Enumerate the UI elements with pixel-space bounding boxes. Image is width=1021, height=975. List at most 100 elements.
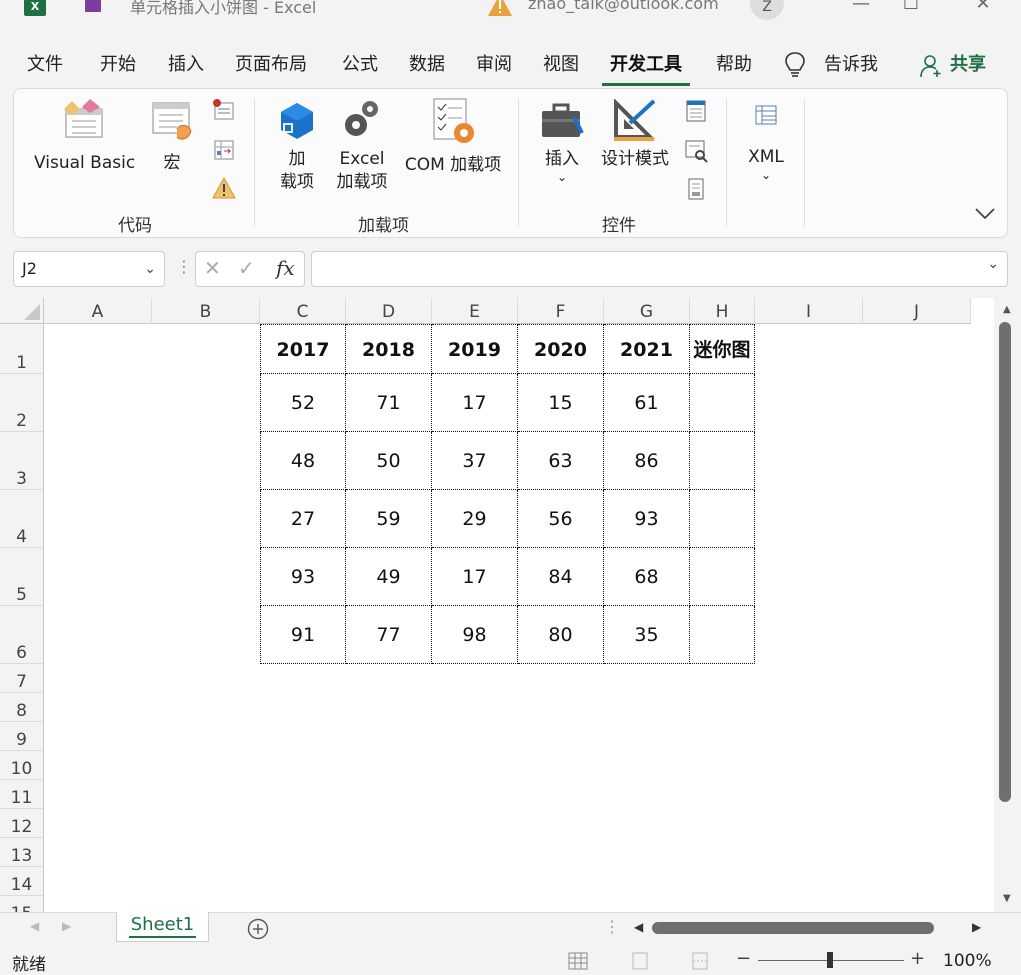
select-all-corner[interactable] [0, 298, 44, 324]
collapse-ribbon-chevron-icon[interactable] [974, 207, 996, 221]
view-code-icon[interactable] [684, 139, 708, 163]
cell-d4[interactable]: 59 [346, 490, 432, 548]
row-header-15[interactable]: 15 [0, 896, 44, 912]
tab-split-handle[interactable]: ⋮ [604, 917, 620, 936]
cell-h5[interactable] [690, 548, 755, 606]
tab-help[interactable]: 帮助 [716, 50, 752, 76]
row-header-12[interactable]: 12 [0, 809, 44, 838]
cell-c2[interactable]: 52 [260, 374, 346, 432]
row-header-8[interactable]: 8 [0, 693, 44, 722]
column-header-g[interactable]: G [604, 298, 690, 324]
xml-button[interactable]: XML ⌄ [736, 103, 796, 181]
row-header-4[interactable]: 4 [0, 490, 44, 548]
tab-page-layout[interactable]: 页面布局 [235, 50, 307, 76]
tab-review[interactable]: 审阅 [476, 50, 512, 76]
scroll-left-arrow-icon[interactable]: ◀ [634, 920, 643, 934]
cell-e2[interactable]: 17 [432, 374, 518, 432]
page-layout-view-icon[interactable] [630, 952, 650, 970]
insert-control-button[interactable]: 插入 ⌄ [536, 99, 588, 183]
addins-button[interactable]: 加 载项 [272, 101, 322, 194]
cell-e3[interactable]: 37 [432, 432, 518, 490]
row-header-3[interactable]: 3 [0, 432, 44, 490]
row-header-7[interactable]: 7 [0, 664, 44, 693]
cell-h6[interactable] [690, 606, 755, 664]
column-header-j[interactable]: J [863, 298, 971, 324]
scroll-down-arrow-icon[interactable]: ▼ [1003, 893, 1011, 904]
row-header-14[interactable]: 14 [0, 867, 44, 896]
cell-h2[interactable] [690, 374, 755, 432]
add-sheet-plus-icon[interactable] [247, 918, 269, 940]
page-break-view-icon[interactable] [690, 952, 710, 970]
cell-d3[interactable]: 50 [346, 432, 432, 490]
row-header-11[interactable]: 11 [0, 780, 44, 809]
cell-c3[interactable]: 48 [260, 432, 346, 490]
tab-home[interactable]: 开始 [100, 50, 136, 76]
horizontal-scroll-thumb[interactable] [652, 922, 934, 934]
visual-basic-button[interactable]: Visual Basic [34, 99, 135, 175]
cell-g4[interactable]: 93 [604, 490, 690, 548]
tab-formulas[interactable]: 公式 [342, 50, 378, 76]
column-header-i[interactable]: I [755, 298, 863, 324]
column-header-d[interactable]: D [346, 298, 432, 324]
cell-d5[interactable]: 49 [346, 548, 432, 606]
name-box[interactable]: J2 ⌄ [13, 251, 165, 287]
tab-developer[interactable]: 开发工具 [602, 50, 690, 86]
account-email[interactable]: zhao_talk@outlook.com [528, 0, 719, 13]
row-header-2[interactable]: 2 [0, 374, 44, 432]
row-header-5[interactable]: 5 [0, 548, 44, 606]
column-header-a[interactable]: A [44, 298, 152, 324]
column-header-b[interactable]: B [152, 298, 260, 324]
cell-g2[interactable]: 61 [604, 374, 690, 432]
cell-h4[interactable] [690, 490, 755, 548]
cell-e6[interactable]: 98 [432, 606, 518, 664]
control-properties-icon[interactable] [684, 99, 708, 123]
cell-d6[interactable]: 77 [346, 606, 432, 664]
cell-e1[interactable]: 2019 [432, 324, 518, 374]
record-macro-icon[interactable] [212, 99, 236, 121]
cell-e5[interactable]: 17 [432, 548, 518, 606]
prev-sheet-arrow-icon[interactable]: ◀ [30, 919, 39, 933]
cell-g3[interactable]: 86 [604, 432, 690, 490]
chevron-down-icon[interactable]: ⌄ [144, 252, 156, 286]
enter-check-icon[interactable]: ✓ [238, 256, 255, 280]
cell-c4[interactable]: 27 [260, 490, 346, 548]
zoom-in-button[interactable]: + [910, 948, 925, 969]
column-header-c[interactable]: C [260, 298, 346, 324]
cell-f6[interactable]: 80 [518, 606, 604, 664]
row-header-1[interactable]: 1 [0, 324, 44, 374]
scroll-up-arrow-icon[interactable]: ▲ [1003, 304, 1011, 315]
cell-f4[interactable]: 56 [518, 490, 604, 548]
cell-f5[interactable]: 84 [518, 548, 604, 606]
column-header-f[interactable]: F [518, 298, 604, 324]
sheet-tab-sheet1[interactable]: Sheet1 [116, 912, 209, 942]
worksheet-grid[interactable]: ABCDEFGHIJ 123456789101112131415 2017201… [0, 298, 994, 912]
cell-h3[interactable] [690, 432, 755, 490]
cell-f1[interactable]: 2020 [518, 324, 604, 374]
share-button[interactable]: 共享 [950, 50, 986, 76]
design-mode-button[interactable]: 设计模式 [598, 98, 672, 171]
row-header-9[interactable]: 9 [0, 722, 44, 751]
tab-data[interactable]: 数据 [409, 50, 445, 76]
cell-h1[interactable]: 迷你图 [690, 324, 755, 374]
cell-d1[interactable]: 2018 [346, 324, 432, 374]
share-person-icon[interactable] [920, 54, 942, 78]
run-dialog-icon[interactable] [684, 177, 708, 201]
column-header-h[interactable]: H [690, 298, 755, 324]
macro-security-icon[interactable] [212, 177, 236, 199]
cell-g5[interactable]: 68 [604, 548, 690, 606]
cell-f3[interactable]: 63 [518, 432, 604, 490]
vertical-scroll-thumb[interactable] [999, 322, 1011, 802]
com-addins-button[interactable]: COM 加载项 [398, 97, 508, 177]
cancel-icon[interactable]: ✕ [204, 256, 221, 280]
cell-c1[interactable]: 2017 [260, 324, 346, 374]
tab-view[interactable]: 视图 [543, 50, 579, 76]
tab-file[interactable]: 文件 [27, 50, 63, 76]
close-button[interactable]: ✕ [960, 0, 1006, 22]
maximize-button[interactable]: ☐ [888, 0, 934, 22]
cell-e4[interactable]: 29 [432, 490, 518, 548]
cell-c5[interactable]: 93 [260, 548, 346, 606]
cell-g6[interactable]: 35 [604, 606, 690, 664]
tab-tell-me[interactable]: 告诉我 [824, 50, 878, 76]
avatar[interactable]: Z [750, 0, 784, 20]
expand-formula-chevron-icon[interactable]: ⌄ [987, 256, 999, 272]
